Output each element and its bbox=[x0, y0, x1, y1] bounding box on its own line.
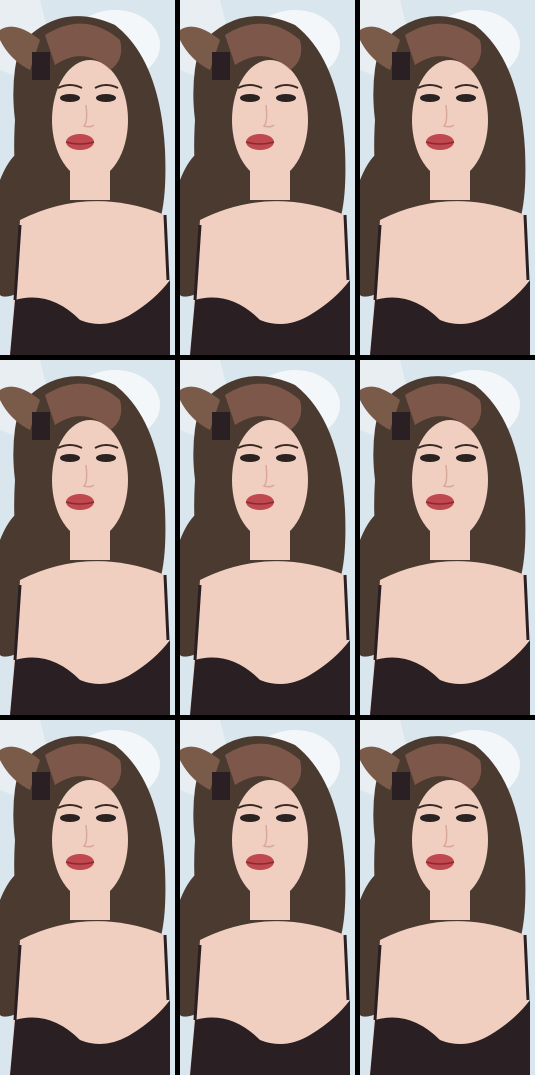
photo-frame-grid bbox=[0, 0, 535, 1075]
portrait-image bbox=[0, 360, 175, 715]
photo-frame-r3-c2 bbox=[180, 720, 355, 1075]
portrait-image bbox=[0, 0, 175, 355]
photo-frame-r2-c3 bbox=[360, 360, 535, 715]
portrait-image bbox=[180, 0, 355, 355]
photo-frame-r2-c2 bbox=[180, 360, 355, 715]
portrait-image bbox=[360, 720, 535, 1075]
photo-frame-r1-c2 bbox=[180, 0, 355, 355]
photo-frame-r3-c3 bbox=[360, 720, 535, 1075]
photo-frame-r1-c3 bbox=[360, 0, 535, 355]
portrait-image bbox=[180, 720, 355, 1075]
portrait-image bbox=[360, 360, 535, 715]
portrait-image bbox=[0, 720, 175, 1075]
photo-frame-r1-c1 bbox=[0, 0, 175, 355]
photo-frame-r3-c1 bbox=[0, 720, 175, 1075]
portrait-image bbox=[360, 0, 535, 355]
photo-frame-r2-c1 bbox=[0, 360, 175, 715]
portrait-image bbox=[180, 360, 355, 715]
